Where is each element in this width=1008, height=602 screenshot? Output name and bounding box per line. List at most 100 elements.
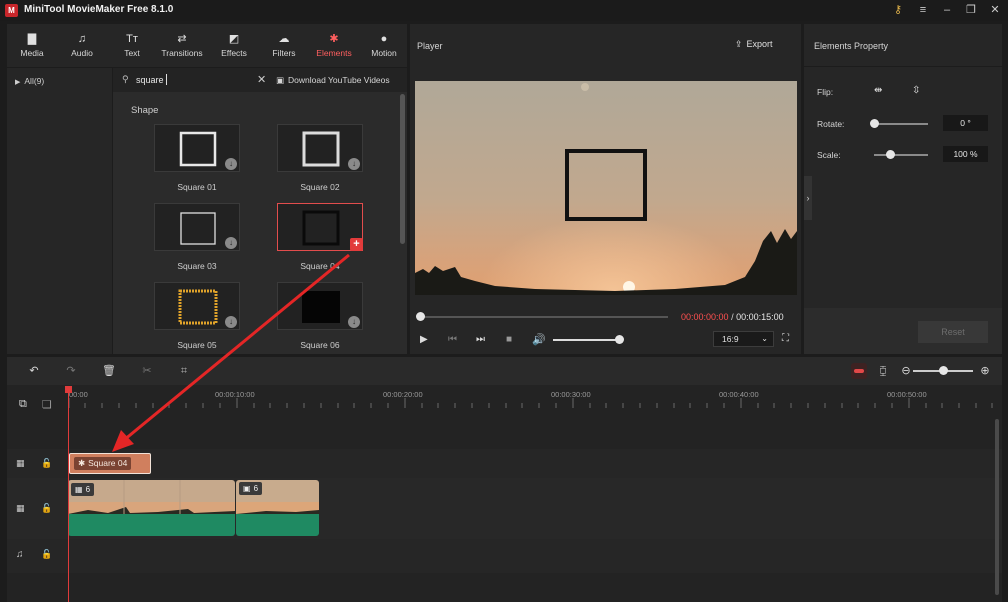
element-thumb-square-01[interactable]: ↓	[154, 124, 240, 172]
element-clip-label: ✱ Square 04	[74, 457, 132, 470]
download-youtube-link[interactable]: ▣ Download YouTube Videos	[276, 75, 390, 86]
export-button[interactable]: ⇪ Export	[735, 39, 773, 50]
undo-icon[interactable]: ↶	[27, 364, 41, 378]
element-track-icon: ▦	[16, 458, 25, 468]
transitions-icon: ⇄	[177, 33, 187, 45]
element-label: Square 01	[177, 182, 217, 192]
search-input[interactable]: square	[136, 75, 164, 85]
flip-horizontal-icon[interactable]: ⇹	[874, 85, 882, 96]
zoom-in-icon[interactable]: ⊕	[978, 364, 992, 378]
menu-icon[interactable]: ≡	[915, 3, 931, 18]
previous-frame-icon[interactable]: ⏮	[448, 334, 457, 345]
download-icon[interactable]: ↓	[225, 158, 237, 170]
ruler-label: 00:00:40:00	[719, 390, 759, 399]
tab-filters[interactable]: ☁ Filters	[259, 24, 309, 67]
tab-motion[interactable]: ● Motion	[359, 24, 409, 67]
element-thumb-square-06[interactable]: ↓	[277, 282, 363, 330]
rotate-label: Rotate:	[817, 119, 845, 129]
tab-media[interactable]: ▇ Media	[7, 24, 57, 67]
rotate-knob[interactable]	[870, 119, 879, 128]
scale-knob[interactable]	[886, 150, 896, 159]
search-icon: ⚲	[122, 74, 129, 84]
maximize-button[interactable]: ❐	[963, 3, 979, 18]
effects-icon: ◩	[228, 33, 240, 45]
zoom-knob[interactable]	[939, 366, 948, 375]
rotate-value[interactable]: 0 °	[943, 115, 988, 131]
section-title: Shape	[131, 105, 159, 116]
tab-effects[interactable]: ◩ Effects	[209, 24, 259, 67]
element-thumb-square-04[interactable]: +	[277, 203, 363, 251]
element-thumb-square-05[interactable]: ↓	[154, 282, 240, 330]
image-clip[interactable]: ▣ 6	[236, 480, 319, 536]
element-track	[7, 449, 1002, 478]
ruler-label: 00:00:30:00	[551, 390, 591, 399]
ruler-label: 00:00:20:00	[383, 390, 423, 399]
key-icon[interactable]: ⚷	[890, 3, 906, 18]
time-separator: /	[731, 312, 734, 322]
fullscreen-icon[interactable]: ⛶	[782, 333, 789, 344]
add-track-icon[interactable]: ⧉	[19, 398, 27, 411]
download-icon[interactable]: ↓	[348, 158, 360, 170]
clip-badge: ▦ 6	[71, 483, 95, 496]
lock-icon[interactable]: 🔓	[41, 458, 52, 469]
playhead-handle[interactable]	[65, 386, 72, 393]
crop-icon[interactable]: ⌗	[177, 364, 191, 378]
progress-knob[interactable]	[416, 312, 425, 321]
element-label: Square 03	[177, 261, 217, 271]
stop-icon[interactable]: ■	[506, 334, 512, 345]
element-thumb-square-03[interactable]: ↓	[154, 203, 240, 251]
video-preview[interactable]	[415, 81, 797, 295]
properties-panel: Elements Property Flip: ⇹ ⇳ Rotate: 0 ° …	[804, 24, 1002, 354]
playhead[interactable]	[68, 386, 69, 602]
add-to-timeline-icon[interactable]: +	[350, 238, 363, 251]
download-icon[interactable]: ↓	[225, 237, 237, 249]
progress-track[interactable]	[420, 316, 668, 318]
delete-icon[interactable]: 🗑	[102, 364, 116, 378]
audio-track-icon: ♫	[16, 549, 24, 560]
fit-timeline-icon[interactable]: ⧮	[876, 364, 890, 378]
rotate-slider[interactable]	[874, 123, 928, 125]
copy-track-icon[interactable]: ❏	[42, 398, 52, 411]
sidebar-item-all[interactable]: ▶ All(9)	[15, 76, 44, 86]
next-frame-icon[interactable]: ⏭	[476, 334, 485, 345]
timeline-scrollbar[interactable]	[995, 419, 999, 595]
element-label: Square 04	[300, 261, 340, 271]
zoom-out-icon[interactable]: ⊖	[899, 364, 913, 378]
scale-slider[interactable]	[874, 154, 928, 156]
element-thumb-square-02[interactable]: ↓	[277, 124, 363, 172]
clear-search-icon[interactable]: ✕	[257, 73, 266, 86]
minimize-button[interactable]: –	[939, 3, 955, 18]
tab-audio[interactable]: ♫ Audio	[57, 24, 107, 67]
close-button[interactable]: ✕	[987, 3, 1003, 18]
timeline-ruler[interactable]	[68, 386, 994, 408]
redo-icon[interactable]: ↷	[64, 364, 78, 378]
tab-transitions[interactable]: ⇄ Transitions	[157, 24, 207, 67]
flip-vertical-icon[interactable]: ⇳	[912, 85, 920, 96]
tab-elements[interactable]: ✱ Elements	[309, 24, 359, 67]
play-icon[interactable]: ▶	[420, 334, 428, 345]
video-track-icon: ▦	[16, 503, 25, 513]
snap-toggle[interactable]	[851, 363, 867, 379]
chevron-down-icon: ⌄	[761, 334, 768, 343]
split-icon[interactable]: ✂	[140, 364, 154, 378]
scale-value[interactable]: 100 %	[943, 146, 988, 162]
volume-slider[interactable]	[553, 339, 619, 341]
motion-icon: ●	[380, 33, 388, 45]
lock-icon[interactable]: 🔓	[41, 549, 52, 560]
volume-knob[interactable]	[615, 335, 624, 344]
total-time: 00:00:15:00	[736, 312, 784, 322]
caret-right-icon: ▶	[15, 79, 21, 86]
panel-collapse-toggle[interactable]: ›	[804, 176, 812, 220]
library-scrollbar[interactable]	[400, 94, 405, 244]
tab-text[interactable]: Tт Text	[107, 24, 157, 67]
video-clip[interactable]: ▦ 6	[68, 480, 235, 536]
lock-icon[interactable]: 🔓	[41, 503, 52, 514]
app-title: MiniTool MovieMaker Free 8.1.0	[24, 4, 174, 15]
aspect-ratio-select[interactable]: 16:9 ⌄	[713, 331, 774, 347]
volume-icon[interactable]: 🔊	[532, 333, 546, 346]
element-clip[interactable]: ✱ Square 04	[69, 453, 151, 474]
download-icon[interactable]: ↓	[225, 316, 237, 328]
download-icon[interactable]: ↓	[348, 316, 360, 328]
player-title: Player	[417, 41, 443, 51]
reset-button[interactable]: Reset	[918, 321, 988, 343]
